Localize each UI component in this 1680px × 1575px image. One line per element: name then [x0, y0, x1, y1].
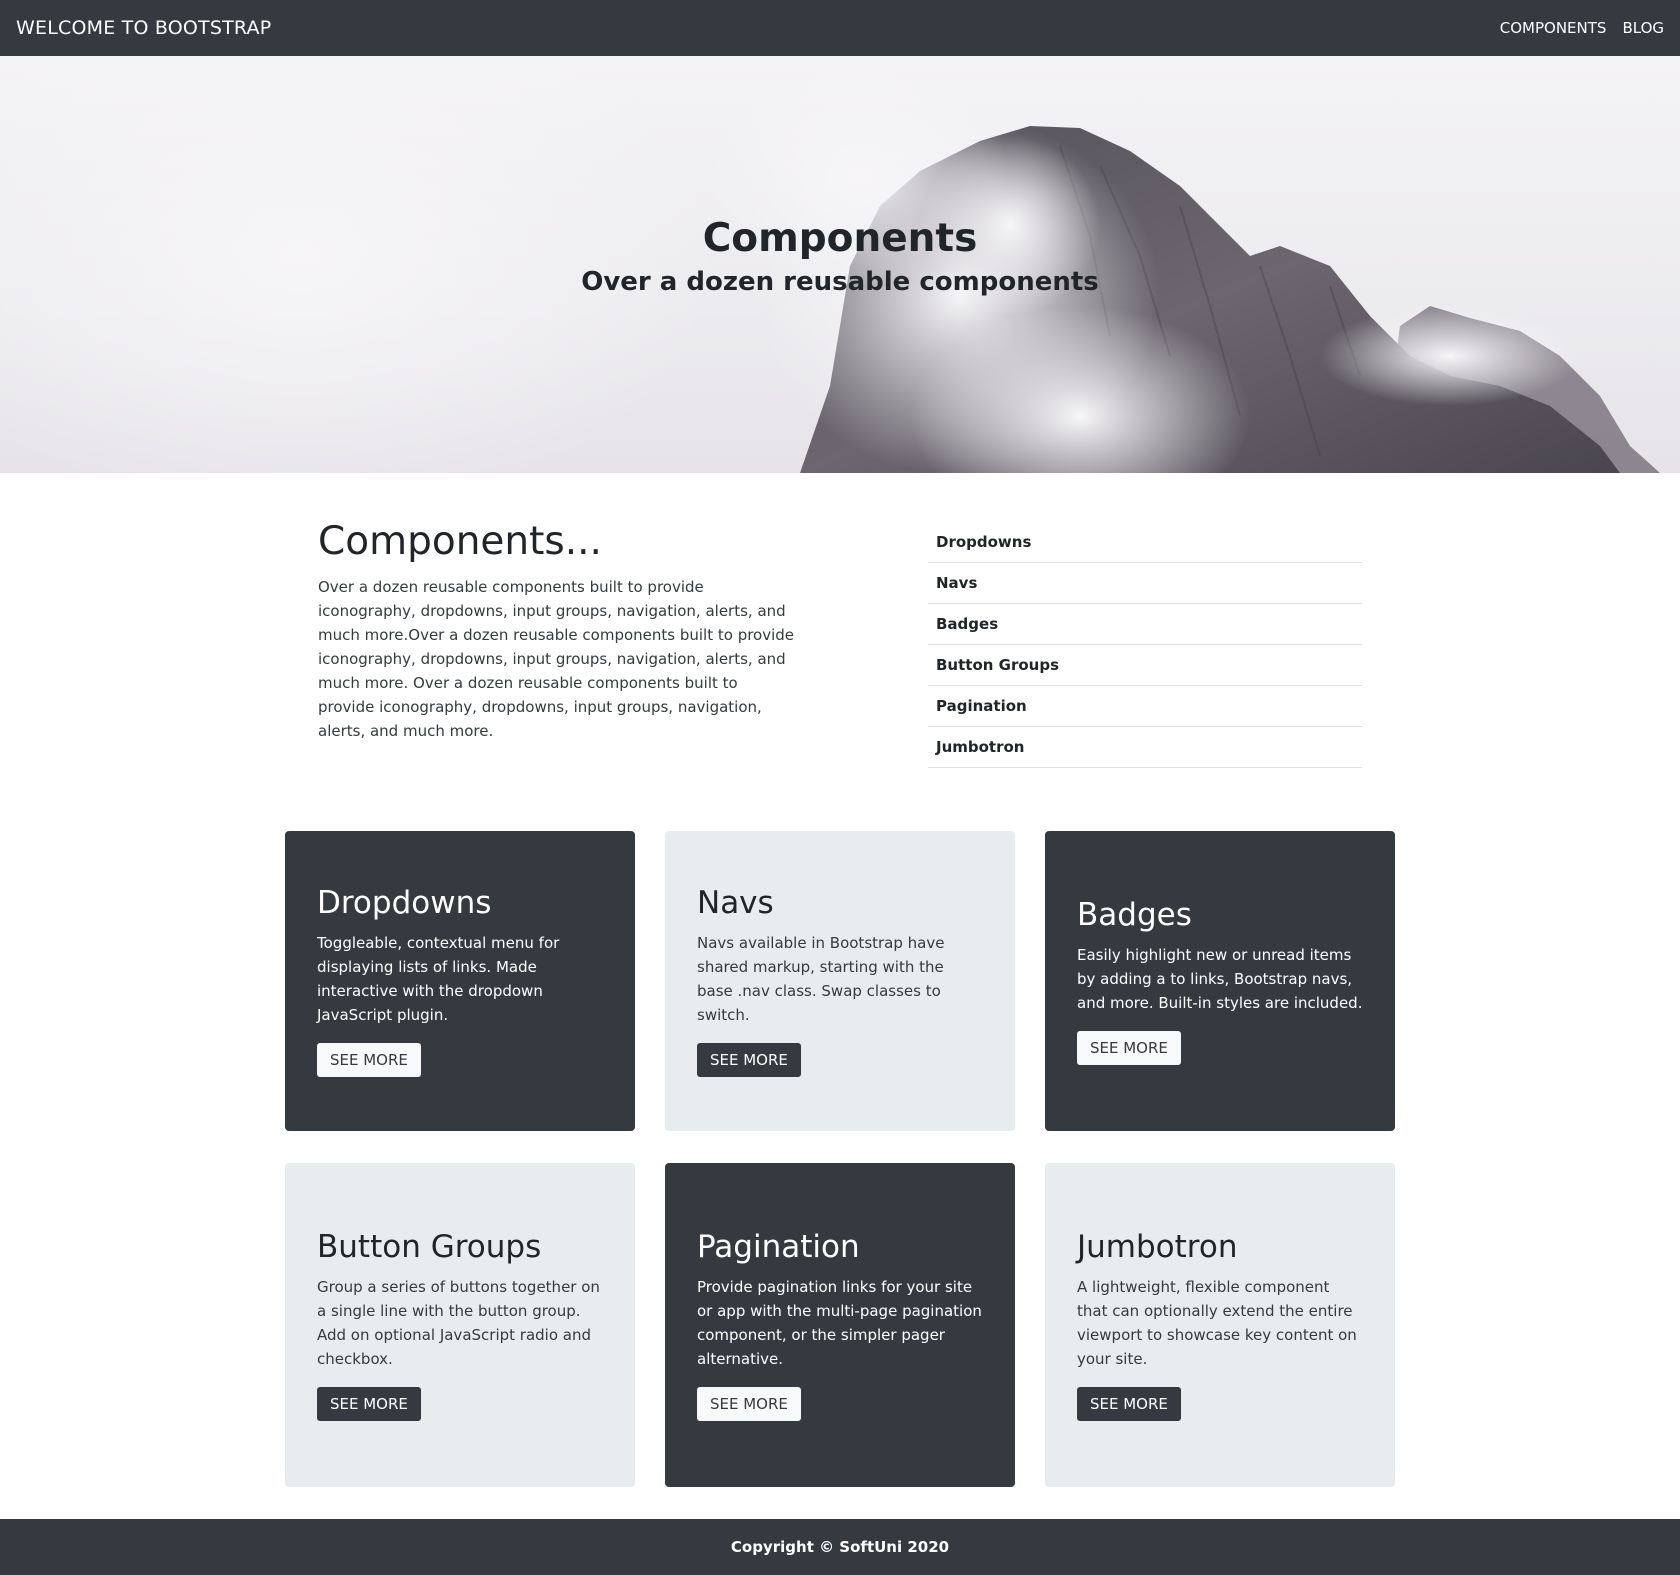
copyright-text: Copyright © SoftUni 2020	[730, 1538, 950, 1556]
card-text: Provide pagination links for your site o…	[697, 1277, 982, 1368]
navbar: WELCOME TO BOOTSTRAP COMPONENTS BLOG	[0, 0, 1680, 56]
card-text: A lightweight, flexible component that c…	[1077, 1277, 1357, 1368]
see-more-button[interactable]: SEE MORE	[1077, 1386, 1181, 1421]
card-title: Badges	[1077, 897, 1192, 934]
card-text: Navs available in Bootstrap have shared …	[697, 933, 945, 1024]
list-item: Badges	[928, 604, 1362, 645]
intro-text: Over a dozen reusable components built t…	[318, 577, 795, 740]
nav-links: COMPONENTS BLOG	[1500, 19, 1664, 37]
nav-link-components[interactable]: COMPONENTS	[1500, 19, 1607, 37]
list-link-badges[interactable]: Badges	[936, 615, 998, 633]
card-title: Navs	[697, 885, 774, 922]
list-item: Button Groups	[928, 645, 1362, 686]
see-more-button[interactable]: SEE MORE	[317, 1042, 421, 1077]
card-badges: Badges Easily highlight new or unread it…	[1045, 831, 1395, 1131]
list-link-button-groups[interactable]: Button Groups	[936, 656, 1059, 674]
card-title: Jumbotron	[1077, 1229, 1238, 1266]
list-link-jumbotron[interactable]: Jumbotron	[936, 738, 1024, 756]
card-pagination: Pagination Provide pagination links for …	[665, 1163, 1015, 1487]
see-more-button[interactable]: SEE MORE	[317, 1386, 421, 1421]
hero-text: Components Over a dozen reusable compone…	[0, 216, 1680, 297]
hero-title: Components	[702, 216, 978, 261]
nav-link-blog[interactable]: BLOG	[1622, 19, 1664, 37]
list-item: Pagination	[928, 686, 1362, 727]
hero-subtitle: Over a dozen reusable components	[581, 267, 1099, 297]
cards-grid: Dropdowns Toggleable, contextual menu fo…	[285, 831, 1395, 1487]
card-title: Dropdowns	[317, 885, 492, 922]
card-text: Toggleable, contextual menu for displayi…	[317, 933, 560, 1024]
card-jumbotron: Jumbotron A lightweight, flexible compon…	[1045, 1163, 1395, 1487]
card-navs: Navs Navs available in Bootstrap have sh…	[665, 831, 1015, 1131]
card-title: Pagination	[697, 1229, 860, 1266]
card-dropdowns: Dropdowns Toggleable, contextual menu fo…	[285, 831, 635, 1131]
list-link-dropdowns[interactable]: Dropdowns	[936, 533, 1031, 551]
list-item: Jumbotron	[928, 727, 1362, 768]
card-text: Group a series of buttons together on a …	[317, 1277, 600, 1368]
list-item: Dropdowns	[928, 522, 1362, 563]
card-button-groups: Button Groups Group a series of buttons …	[285, 1163, 635, 1487]
footer: Copyright © SoftUni 2020	[0, 1519, 1680, 1575]
list-link-pagination[interactable]: Pagination	[936, 697, 1027, 715]
list-item: Navs	[928, 563, 1362, 604]
see-more-button[interactable]: SEE MORE	[1077, 1030, 1181, 1065]
card-text: Easily highlight new or unread items by …	[1077, 945, 1363, 1012]
brand-link[interactable]: WELCOME TO BOOTSTRAP	[16, 17, 271, 39]
intro-title: Components...	[318, 519, 602, 564]
card-title: Button Groups	[317, 1229, 542, 1266]
intro-section: Components... Over a dozen reusable comp…	[318, 519, 798, 743]
hero-banner: Components Over a dozen reusable compone…	[0, 56, 1680, 473]
see-more-button[interactable]: SEE MORE	[697, 1042, 801, 1077]
see-more-button[interactable]: SEE MORE	[697, 1386, 801, 1421]
component-list: Dropdowns Navs Badges Button Groups Pagi…	[928, 522, 1362, 768]
list-link-navs[interactable]: Navs	[936, 574, 977, 592]
